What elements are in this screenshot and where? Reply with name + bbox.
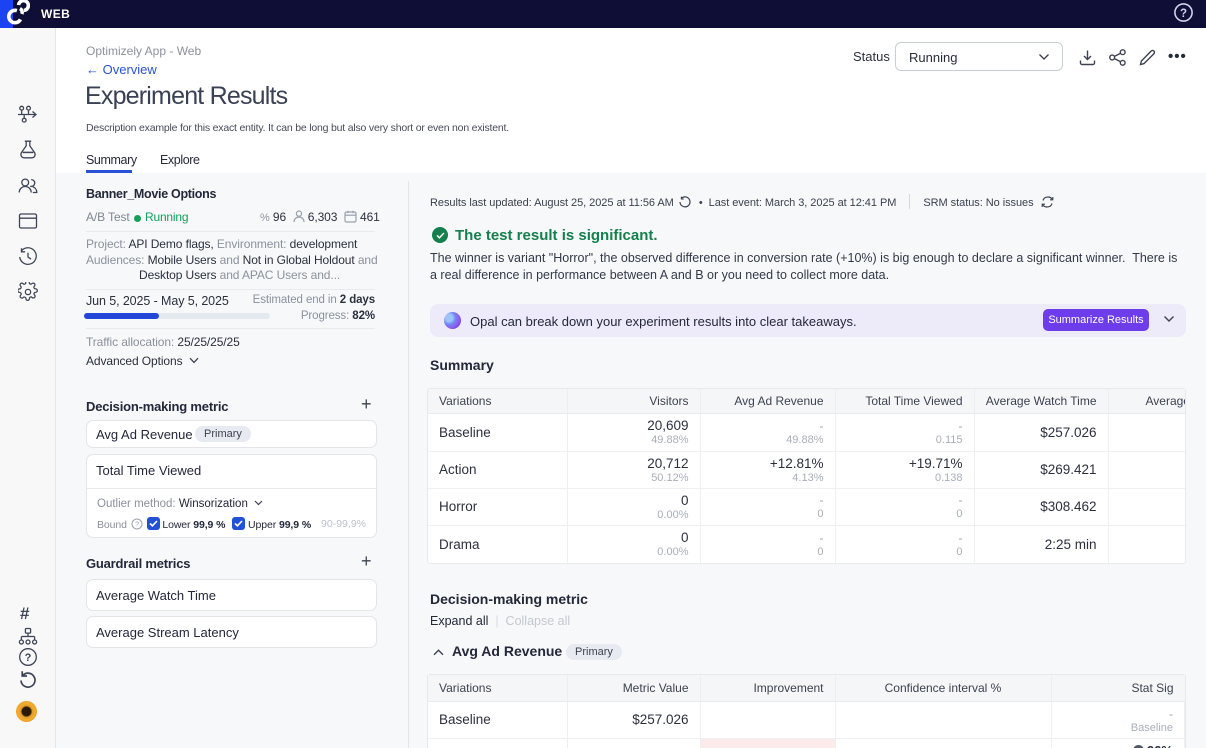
svg-text:?: ? — [1180, 8, 1187, 20]
svg-text:?: ? — [25, 652, 32, 664]
svg-text:?: ? — [135, 522, 139, 529]
